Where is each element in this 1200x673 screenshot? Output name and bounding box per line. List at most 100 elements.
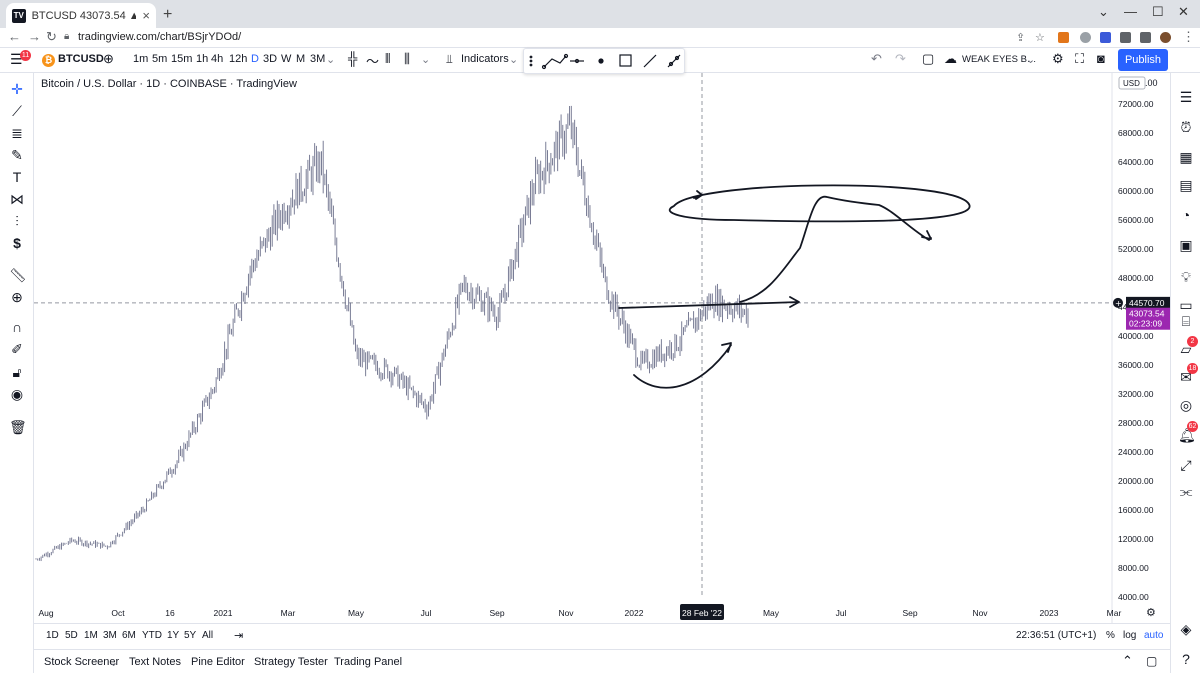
auto-scale-toggle[interactable]: auto — [1144, 630, 1163, 641]
forward-icon[interactable]: → — [28, 29, 41, 44]
price-axis[interactable]: 76000.00USD72000.0068000.0064000.0060000… — [1111, 73, 1158, 623]
idea-bulb-icon[interactable]: 💡︎ — [1178, 269, 1194, 286]
broadcast-icon[interactable]: ◎ — [1178, 397, 1194, 414]
publish-button[interactable]: Publish — [1118, 49, 1168, 71]
prediction-tool-icon[interactable]: ⫶ — [9, 213, 25, 230]
range-1d[interactable]: 1D — [46, 630, 59, 641]
pattern-tool-icon[interactable]: ⋈ — [9, 191, 25, 208]
maximize-panel-icon[interactable]: ▢ — [1146, 654, 1157, 668]
undo-icon[interactable]: ↶ — [871, 51, 882, 67]
price-range-icon[interactable]: $ — [9, 235, 25, 251]
interval-3mo[interactable]: 3M — [310, 53, 325, 65]
browser-menu-icon[interactable]: ⋮ — [1182, 29, 1195, 45]
indicators-dropdown-icon[interactable]: ⌄ — [509, 53, 518, 66]
chat-icon[interactable]: ⌸ — [1178, 313, 1194, 330]
new-tab-icon[interactable]: + — [163, 6, 172, 24]
range-3m[interactable]: 3M — [103, 630, 117, 641]
collapse-panel-icon[interactable]: ⤢ — [1178, 457, 1194, 474]
maximize-chart-icon[interactable]: ⛶ — [1075, 51, 1084, 67]
help-layers-icon[interactable]: ◈ — [1178, 621, 1194, 638]
interval-1mo[interactable]: M — [296, 53, 305, 65]
trash-icon[interactable]: 🗑︎ — [9, 419, 27, 436]
compare-symbol-icon[interactable]: ⊕ — [103, 51, 114, 67]
text-tool-icon[interactable]: T — [9, 169, 25, 185]
percent-scale-toggle[interactable]: % — [1106, 630, 1115, 641]
calendar-icon[interactable]: ◔ — [1178, 207, 1194, 223]
range-1m[interactable]: 1M — [84, 630, 98, 641]
interval-5m[interactable]: 5m — [152, 53, 167, 65]
zoom-in-icon[interactable]: ⊕ — [9, 289, 25, 306]
data-window-icon[interactable]: ▦ — [1178, 149, 1194, 166]
object-tree-icon[interactable]: ⫘ — [1178, 483, 1194, 500]
go-to-date-icon[interactable]: ⇥ — [234, 629, 243, 642]
snapshot-camera-icon[interactable]: ◙ — [1097, 51, 1105, 66]
stock-screener-dropdown-icon[interactable]: ⌄ — [109, 656, 118, 669]
back-icon[interactable]: ← — [8, 29, 21, 44]
fib-retracement-icon[interactable]: ≣ — [9, 125, 25, 142]
k-extension-icon[interactable] — [1100, 32, 1111, 43]
collapse-panel-chevron-icon[interactable]: ⌃ — [1122, 653, 1133, 669]
chart-type-dropdown-icon[interactable]: ⌄ — [421, 53, 430, 66]
lock-drawings-icon[interactable]: 🔓︎ — [9, 364, 25, 381]
minimize-icon[interactable]: — — [1124, 4, 1137, 19]
tab-search-icon[interactable]: ⌄ — [1098, 4, 1109, 20]
reload-icon[interactable]: ↻ — [46, 29, 57, 45]
alerts-clock-icon[interactable]: ⏰︎ — [1178, 119, 1194, 136]
range-6m[interactable]: 6M — [122, 630, 136, 641]
log-scale-toggle[interactable]: log — [1123, 630, 1136, 641]
dot-icon[interactable] — [598, 58, 604, 64]
projection-path-annotation[interactable] — [739, 195, 932, 303]
trend-line-icon[interactable] — [643, 54, 657, 68]
line-type-icon[interactable]: 〜 — [366, 51, 379, 70]
browser-tab[interactable]: TV BTCUSD 43073.54 ▲ +0.72% Wi… × — [6, 3, 156, 28]
interval-3d[interactable]: 3D — [263, 53, 277, 65]
profile-avatar[interactable] — [1160, 32, 1171, 43]
time-axis[interactable]: Aug Oct 16 2021 Mar May Jul Sep Nov 2022 28 Feb '2… — [38, 604, 1156, 620]
maximize-icon[interactable]: ☐ — [1152, 4, 1164, 20]
metamask-extension-icon[interactable] — [1058, 32, 1069, 43]
extension-icon[interactable] — [1080, 32, 1091, 43]
ray-tool-icon[interactable] — [667, 54, 681, 68]
stay-in-drawing-mode-icon[interactable]: ✐ — [9, 341, 25, 358]
cloud-layout-icon[interactable]: ☁︎ — [944, 51, 957, 67]
help-icon[interactable]: ? — [1178, 651, 1194, 667]
indicators-icon[interactable]: ⫫ — [446, 52, 453, 67]
streams-icon[interactable]: ▭ — [1178, 297, 1194, 314]
trend-line-tool-icon[interactable]: ⟋ — [9, 103, 25, 120]
range-1y[interactable]: 1Y — [167, 630, 179, 641]
watchlist-icon[interactable]: ☰ — [1178, 89, 1194, 106]
close-window-icon[interactable]: ✕ — [1178, 4, 1189, 20]
interval-1w[interactable]: W — [281, 53, 291, 65]
interval-1m[interactable]: 1m — [133, 53, 148, 65]
share-icon[interactable]: ⇪ — [1016, 31, 1025, 44]
drag-handle-icon[interactable] — [529, 55, 533, 67]
bookmark-star-icon[interactable]: ☆ — [1035, 31, 1045, 44]
news-icon[interactable]: ▣ — [1178, 237, 1194, 254]
cup-arc-annotation[interactable] — [633, 342, 732, 389]
layout-dropdown-icon[interactable]: ⌄ — [1026, 53, 1035, 66]
hollow-candles-icon[interactable]: ⫴ — [385, 51, 390, 67]
tab-text-notes[interactable]: Text Notes — [129, 656, 181, 668]
tab-close-icon[interactable]: × — [142, 8, 150, 23]
fullscreen-toggle-icon[interactable]: ▢ — [922, 51, 934, 67]
target-ellipse-annotation[interactable] — [668, 184, 971, 223]
indicators-button[interactable]: Indicators — [461, 53, 509, 65]
url-field[interactable]: tradingview.com/chart/BSjrYDOd/ — [78, 31, 241, 43]
magnet-icon[interactable]: ∩ — [9, 319, 25, 335]
range-5d[interactable]: 5D — [65, 630, 78, 641]
settings-gear-icon[interactable]: ⚙ — [1052, 51, 1064, 67]
interval-1d[interactable]: D — [251, 53, 259, 65]
redo-icon[interactable]: ↷ — [895, 51, 906, 67]
hotlists-icon[interactable]: ▤ — [1178, 177, 1194, 194]
hide-drawings-eye-icon[interactable]: ◉ — [9, 386, 25, 403]
bars-type-icon[interactable]: ⫼ — [404, 51, 410, 67]
tab-pine-editor[interactable]: Pine Editor — [191, 656, 245, 668]
ruler-icon[interactable]: 📏︎ — [9, 267, 27, 284]
tab-trading-panel[interactable]: Trading Panel — [334, 656, 402, 668]
puzzle-extensions-icon[interactable] — [1120, 32, 1131, 43]
candles-type-icon[interactable]: ╬ — [348, 51, 357, 66]
reading-list-icon[interactable] — [1140, 32, 1151, 43]
range-5y[interactable]: 5Y — [184, 630, 196, 641]
interval-15m[interactable]: 15m — [171, 53, 192, 65]
tab-strategy-tester[interactable]: Strategy Tester — [254, 656, 328, 668]
